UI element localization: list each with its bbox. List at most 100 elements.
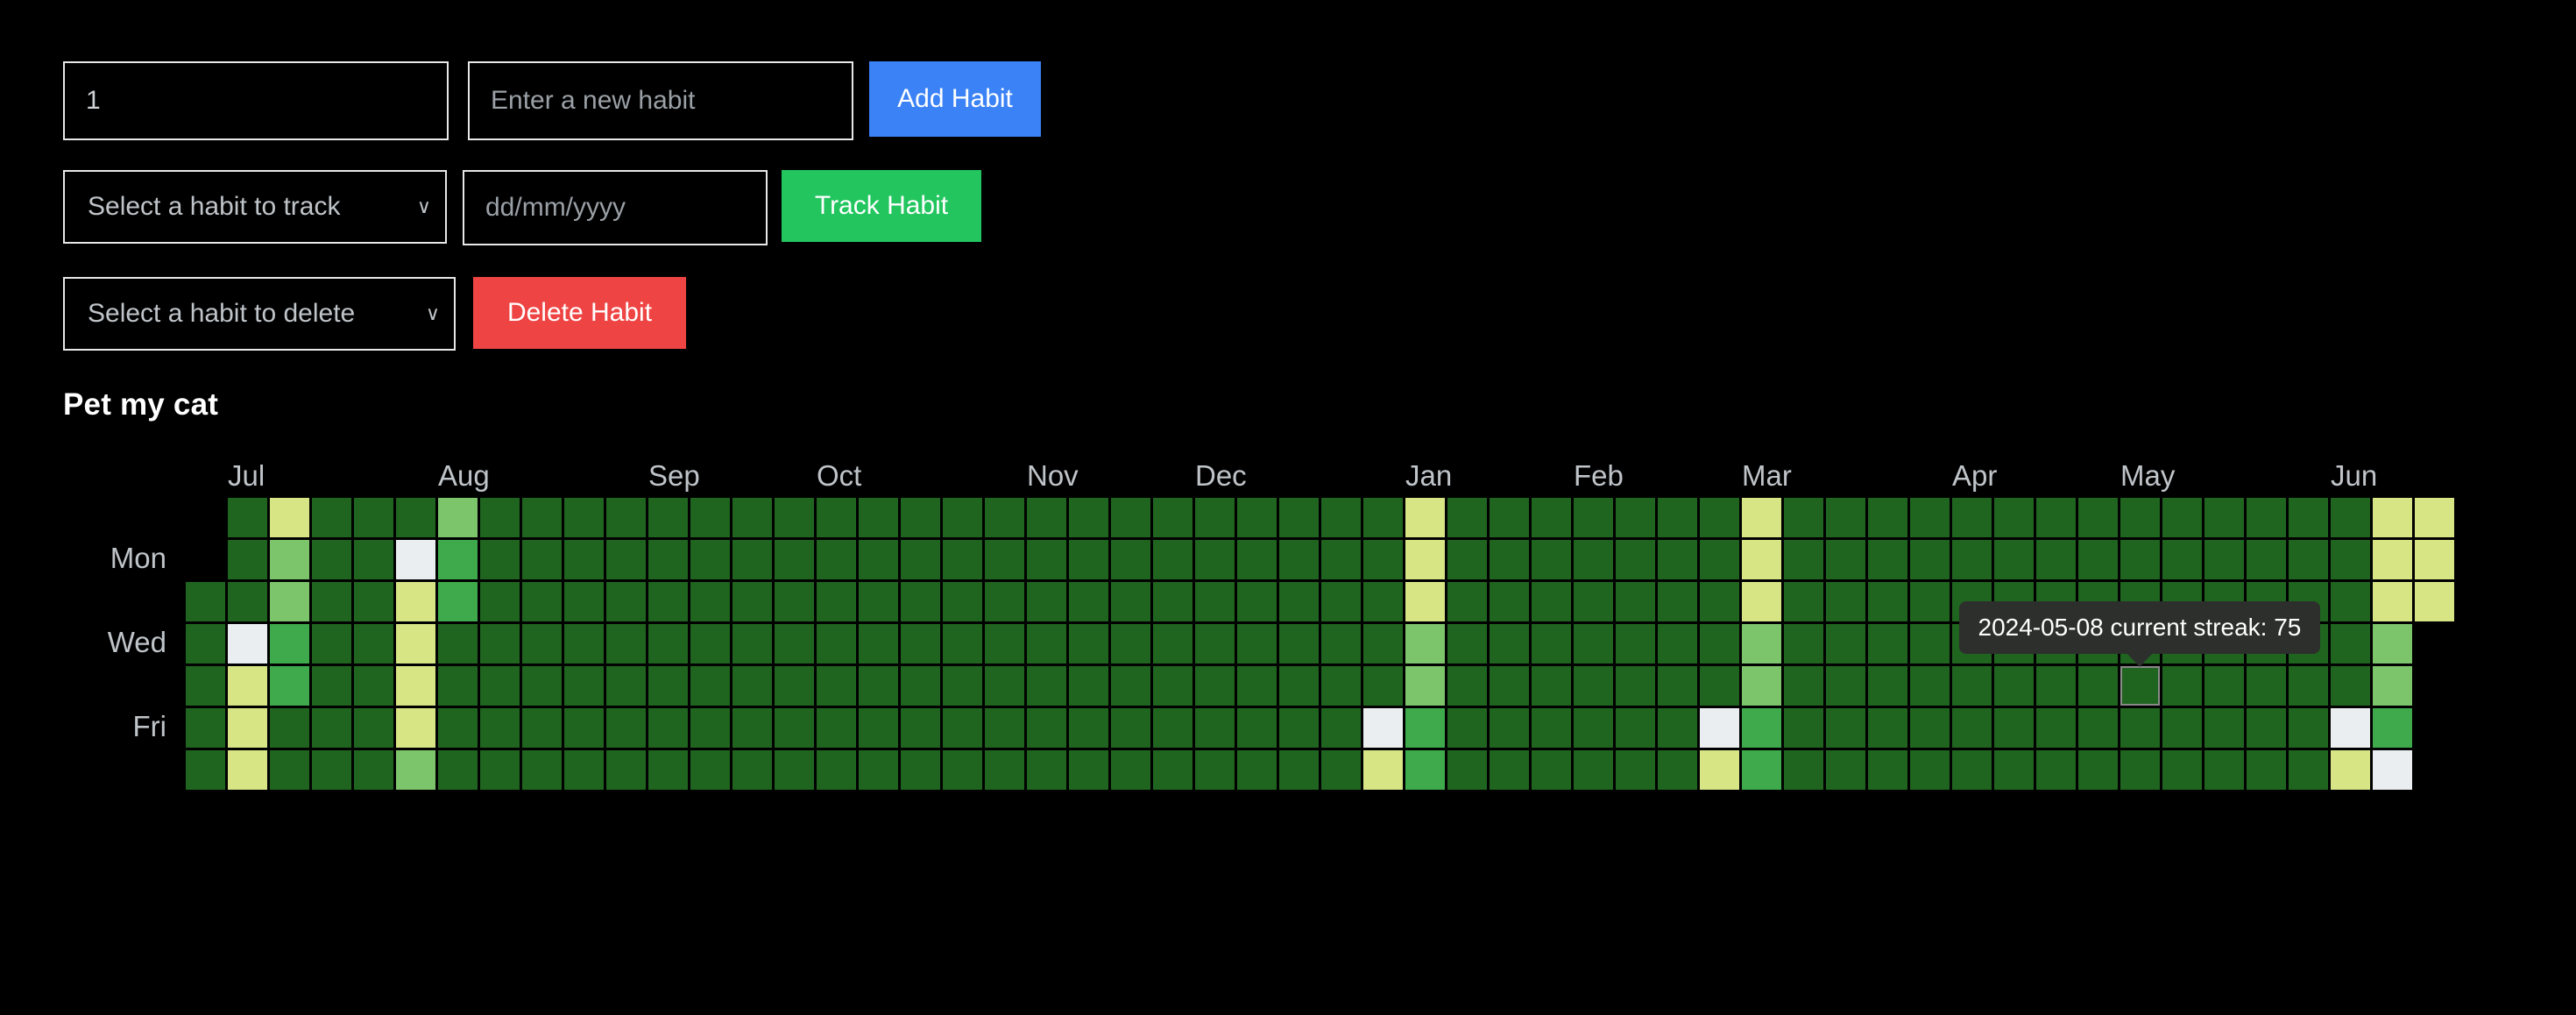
heatmap-cell[interactable] [1994,498,2034,537]
heatmap-cell[interactable] [775,666,814,706]
heatmap-cell[interactable] [270,624,309,664]
heatmap-cell[interactable] [1658,750,1697,790]
heatmap-cell[interactable] [1616,582,1655,621]
heatmap-cell[interactable] [1700,582,1739,621]
heatmap-cell[interactable] [648,666,688,706]
track-habit-select[interactable]: Select a habit to track ∨ [63,170,447,244]
heatmap-cell[interactable] [2289,540,2328,579]
heatmap-cell[interactable] [1574,540,1613,579]
heatmap-cell[interactable] [186,624,225,664]
heatmap-cell[interactable] [228,540,267,579]
heatmap-cell[interactable] [2331,582,2370,621]
heatmap-cell[interactable] [1532,624,1571,664]
heatmap-cell[interactable] [1658,498,1697,537]
heatmap-cell[interactable] [817,582,856,621]
heatmap-cell[interactable] [1321,540,1361,579]
heatmap-cell[interactable] [1532,498,1571,537]
heatmap-cell[interactable] [1658,582,1697,621]
heatmap-cell[interactable] [270,540,309,579]
heatmap-cell[interactable] [354,708,393,748]
heatmap-cell[interactable] [396,540,435,579]
heatmap-cell[interactable] [1279,624,1319,664]
heatmap-cell[interactable] [396,498,435,537]
heatmap-cell[interactable] [2289,708,2328,748]
heatmap-cell[interactable] [480,666,520,706]
heatmap-cell[interactable] [1952,750,1992,790]
heatmap-cell[interactable] [901,624,940,664]
heatmap-cell[interactable] [1405,582,1445,621]
heatmap-cell[interactable] [1321,498,1361,537]
heatmap-cell[interactable] [186,750,225,790]
heatmap-cell[interactable] [1826,750,1865,790]
heatmap-cell[interactable] [1027,498,1066,537]
heatmap-cell[interactable] [2120,666,2160,706]
heatmap-cell[interactable] [1700,666,1739,706]
heatmap-cell[interactable] [1616,498,1655,537]
heatmap-cell[interactable] [1868,750,1907,790]
heatmap-cell[interactable] [228,666,267,706]
heatmap-cell[interactable] [228,708,267,748]
heatmap-cell[interactable] [2331,666,2370,706]
heatmap-cell[interactable] [396,666,435,706]
heatmap-cell[interactable] [985,498,1024,537]
heatmap-cell[interactable] [1237,666,1277,706]
heatmap-cell[interactable] [2373,708,2412,748]
heatmap-cell[interactable] [1447,582,1487,621]
heatmap-cell[interactable] [1742,750,1781,790]
heatmap-cell[interactable] [2036,750,2076,790]
heatmap-cell[interactable] [1321,582,1361,621]
heatmap-cell[interactable] [1742,540,1781,579]
heatmap-cell[interactable] [1784,708,1823,748]
heatmap-cell[interactable] [1574,582,1613,621]
heatmap-cell[interactable] [1952,498,1992,537]
heatmap-cell[interactable] [1574,708,1613,748]
heatmap-cell[interactable] [2373,750,2412,790]
heatmap-cell[interactable] [2415,540,2454,579]
heatmap-cell[interactable] [2204,708,2244,748]
heatmap-cell[interactable] [186,708,225,748]
heatmap-cell[interactable] [270,708,309,748]
heatmap-cell[interactable] [564,498,604,537]
heatmap-cell[interactable] [1447,750,1487,790]
heatmap-cell[interactable] [2331,540,2370,579]
heatmap-cell[interactable] [817,540,856,579]
heatmap-cell[interactable] [564,666,604,706]
heatmap-cell[interactable] [186,582,225,621]
heatmap-cell[interactable] [859,708,898,748]
heatmap-cell[interactable] [1237,540,1277,579]
heatmap-cell[interactable] [438,582,478,621]
heatmap-cell[interactable] [522,708,562,748]
heatmap-cell[interactable] [817,624,856,664]
heatmap-cell[interactable] [606,540,646,579]
heatmap-cell[interactable] [312,708,351,748]
heatmap-cell[interactable] [1826,708,1865,748]
heatmap-cell[interactable] [438,540,478,579]
heatmap-cell[interactable] [1405,498,1445,537]
heatmap-cell[interactable] [1490,624,1529,664]
heatmap-cell[interactable] [775,540,814,579]
heatmap-cell[interactable] [2036,666,2076,706]
heatmap-cell[interactable] [1027,750,1066,790]
heatmap-cell[interactable] [1700,750,1739,790]
heatmap-cell[interactable] [985,666,1024,706]
heatmap-cell[interactable] [480,708,520,748]
heatmap-cell[interactable] [606,624,646,664]
new-habit-input[interactable] [468,61,853,140]
heatmap-cell[interactable] [2373,540,2412,579]
heatmap-cell[interactable] [1321,750,1361,790]
heatmap-cell[interactable] [901,540,940,579]
heatmap-cell[interactable] [606,498,646,537]
heatmap-cell[interactable] [2289,750,2328,790]
heatmap-cell[interactable] [1658,540,1697,579]
heatmap-cell[interactable] [817,708,856,748]
heatmap-cell[interactable] [522,582,562,621]
heatmap-cell[interactable] [1616,540,1655,579]
heatmap-cell[interactable] [228,624,267,664]
heatmap-cell[interactable] [1153,582,1192,621]
habit-count-input[interactable] [63,61,449,140]
heatmap-cell[interactable] [1910,666,1950,706]
heatmap-cell[interactable] [312,750,351,790]
heatmap-cell[interactable] [2162,750,2202,790]
heatmap-cell[interactable] [564,708,604,748]
heatmap-cell[interactable] [1363,498,1403,537]
